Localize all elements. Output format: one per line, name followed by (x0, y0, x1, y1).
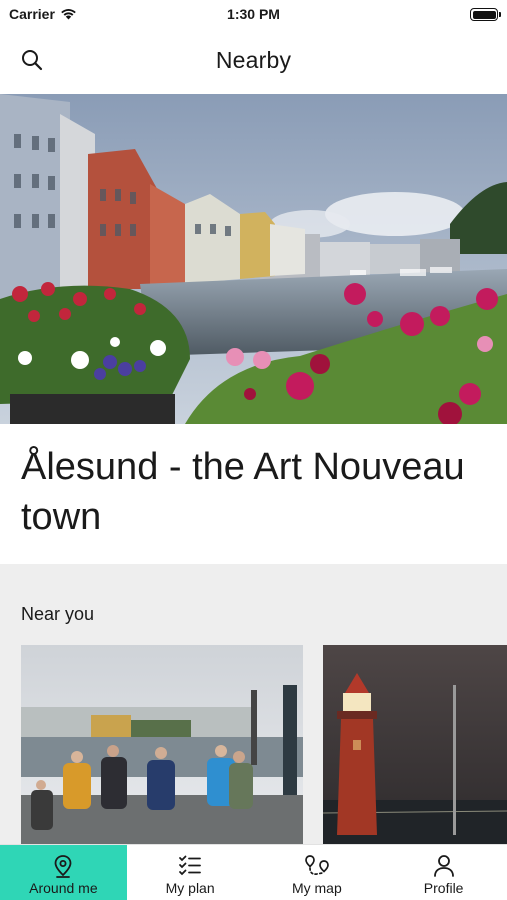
nav-bar: Nearby (0, 36, 507, 84)
status-bar: Carrier 1:30 PM (0, 0, 507, 28)
route-map-icon (304, 854, 330, 878)
tour-group-harbour-photo (21, 645, 303, 845)
near-you-card[interactable] (323, 645, 507, 845)
near-you-heading: Near you (21, 604, 95, 624)
hero-image[interactable] (0, 94, 507, 424)
tab-label: Profile (423, 880, 464, 896)
tab-label: My plan (165, 880, 215, 896)
tab-my-map[interactable]: My map (254, 845, 381, 900)
tab-around-me[interactable]: Around me (0, 845, 127, 900)
location-pin-icon (50, 854, 76, 878)
tab-bar: Around me My plan My map Profile (0, 844, 507, 900)
near-you-card[interactable] (21, 645, 303, 845)
tab-label: My map (291, 880, 342, 896)
battery-icon (470, 8, 501, 21)
status-time: 1:30 PM (227, 6, 280, 22)
checklist-icon (177, 854, 203, 878)
person-icon (431, 854, 457, 878)
lighthouse-night-photo (323, 645, 507, 845)
battery-level (472, 10, 496, 19)
tab-profile[interactable]: Profile (380, 845, 507, 900)
page-title: Nearby (215, 47, 292, 73)
tab-my-plan[interactable]: My plan (127, 845, 254, 900)
hero-title[interactable]: Ålesund - the Art Nouveau town (21, 442, 481, 542)
near-you-section: Near you (0, 564, 507, 854)
alesund-canal-photo (0, 94, 507, 424)
tab-label: Around me (29, 880, 98, 896)
